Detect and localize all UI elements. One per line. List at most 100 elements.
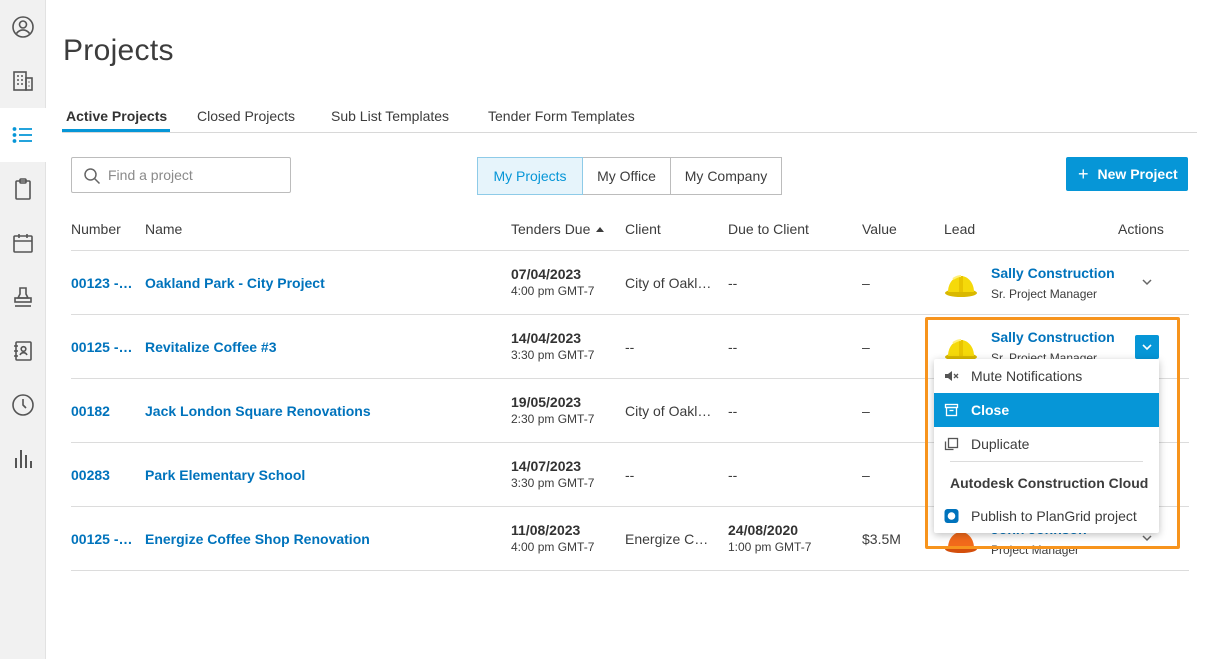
due-to-client-time: 1:00 pm GMT-7: [728, 540, 812, 554]
search-icon: [84, 168, 101, 185]
client-cell: City of Oakland: [625, 403, 713, 419]
due-to-client-cell: --: [728, 467, 738, 483]
tenders-due-date: 07/04/2023: [511, 266, 582, 282]
sidebar-item-company[interactable]: [0, 54, 46, 108]
chevron-down-icon[interactable]: [1140, 277, 1154, 287]
tenders-due-date: 11/08/2023: [511, 522, 581, 538]
new-project-button[interactable]: + New Project: [1066, 157, 1188, 191]
due-to-client-cell: 24/08/2020 1:00 pm GMT-7: [728, 522, 811, 554]
lead-role: Sr. Project Manager: [991, 287, 1098, 301]
tenders-due-time: 4:00 pm GMT-7: [511, 540, 595, 554]
actions-menu: Mute Notifications Close Duplicate Autod…: [934, 359, 1159, 533]
due-to-client-cell: --: [728, 339, 738, 355]
hardhat-avatar-icon: [945, 275, 977, 297]
tenders-due-time: 4:00 pm GMT-7: [511, 284, 595, 298]
clipboard-icon: [15, 178, 31, 200]
tenders-due: 14/07/2023 3:30 pm GMT-7: [511, 458, 594, 490]
tab-active-projects[interactable]: Active Projects: [66, 108, 167, 124]
col-name[interactable]: Name: [145, 221, 182, 237]
tenders-due-time: 3:30 pm GMT-7: [511, 348, 595, 362]
active-tab-indicator: [62, 129, 170, 132]
tenders-due: 14/04/2023 3:30 pm GMT-7: [511, 330, 594, 362]
project-name-link[interactable]: Revitalize Coffee #3: [145, 339, 277, 355]
menu-item-label: Mute Notifications: [971, 368, 1083, 384]
search-input[interactable]: [108, 158, 286, 192]
user-circle-icon: [12, 16, 34, 38]
client-cell: City of Oakland: [625, 275, 713, 291]
list-icon: [12, 127, 32, 143]
col-tenders-due-label: Tenders Due: [511, 221, 591, 237]
client-cell: --: [625, 467, 635, 483]
col-number[interactable]: Number: [71, 221, 121, 237]
plus-icon: +: [1078, 164, 1089, 184]
project-number-link[interactable]: 00125 - Coffee: [71, 339, 133, 355]
project-number-link[interactable]: 00125 - Energize: [71, 531, 133, 547]
tenders-due: 11/08/2023 4:00 pm GMT-7: [511, 522, 594, 554]
project-number-link[interactable]: 00283: [71, 467, 133, 483]
col-tenders-due[interactable]: Tenders Due: [511, 221, 605, 237]
col-actions: Actions: [1118, 221, 1164, 237]
tenders-due-date: 19/05/2023: [511, 394, 582, 410]
tab-bar: Active Projects Closed Projects Sub List…: [62, 100, 1197, 133]
project-name-link[interactable]: Energize Coffee Shop Renovation: [145, 531, 370, 547]
new-project-label: New Project: [1097, 166, 1178, 182]
menu-item-mute-notifications[interactable]: Mute Notifications: [934, 359, 1159, 393]
due-to-client-cell: --: [728, 403, 738, 419]
plangrid-icon: [944, 509, 959, 523]
project-name-link[interactable]: Park Elementary School: [145, 467, 305, 483]
col-value[interactable]: Value: [862, 221, 897, 237]
client-cell: --: [625, 339, 635, 355]
filter-my-projects[interactable]: My Projects: [477, 157, 583, 195]
chevron-down-icon: [1142, 344, 1152, 351]
tenders-due: 19/05/2023 2:30 pm GMT-7: [511, 394, 594, 426]
mute-icon: [945, 371, 959, 381]
col-client[interactable]: Client: [625, 221, 661, 237]
divider: [71, 570, 1189, 571]
tenders-due-date: 14/04/2023: [511, 330, 582, 346]
sidebar-item-profile[interactable]: [0, 0, 46, 54]
table-row: 00123 - City Project Oakland Park - City…: [0, 251, 1207, 315]
value-cell: $3.5M: [862, 531, 901, 547]
col-due-to-client[interactable]: Due to Client: [728, 221, 809, 237]
client-cell: Energize Coffee: [625, 531, 713, 547]
tenders-due-time: 2:30 pm GMT-7: [511, 412, 595, 426]
project-number-link[interactable]: 00182: [71, 403, 133, 419]
menu-item-duplicate[interactable]: Duplicate: [934, 427, 1159, 461]
menu-item-label: Duplicate: [971, 436, 1030, 452]
project-number-link[interactable]: 00123 - City Project: [71, 275, 133, 291]
filter-my-office[interactable]: My Office: [582, 157, 671, 195]
actions-dropdown-button[interactable]: [1135, 335, 1159, 359]
building-icon: [13, 71, 33, 91]
tab-tender-form-templates[interactable]: Tender Form Templates: [488, 108, 635, 124]
menu-item-publish-plangrid[interactable]: Publish to PlanGrid project: [934, 499, 1159, 533]
chevron-down-icon[interactable]: [1140, 533, 1154, 543]
value-cell: –: [862, 275, 870, 291]
lead-name-link[interactable]: Sally Construction: [991, 329, 1115, 345]
sidebar-item-projects[interactable]: [0, 108, 46, 162]
due-to-client-date: 24/08/2020: [728, 522, 799, 538]
value-cell: –: [862, 403, 870, 419]
menu-item-label: Publish to PlanGrid project: [971, 508, 1137, 524]
filter-my-company[interactable]: My Company: [670, 157, 782, 195]
col-lead[interactable]: Lead: [944, 221, 975, 237]
value-cell: –: [862, 467, 870, 483]
duplicate-icon: [944, 437, 959, 451]
tab-sub-list-templates[interactable]: Sub List Templates: [331, 108, 449, 124]
menu-item-label: Close: [971, 402, 1010, 418]
page-title: Projects: [63, 34, 174, 67]
archive-box-icon: [944, 403, 959, 417]
value-cell: –: [862, 339, 870, 355]
tab-closed-projects[interactable]: Closed Projects: [197, 108, 295, 124]
sort-ascending-icon: [596, 227, 605, 232]
menu-divider: [950, 461, 1143, 462]
project-name-link[interactable]: Jack London Square Renovations: [145, 403, 371, 419]
due-to-client-cell: --: [728, 275, 738, 291]
project-name-link[interactable]: Oakland Park - City Project: [145, 275, 325, 291]
lead-role: Project Manager: [991, 543, 1080, 557]
menu-item-close[interactable]: Close: [934, 393, 1159, 427]
sidebar-item-tasks[interactable]: [0, 162, 46, 216]
lead-name-link[interactable]: Sally Construction: [991, 265, 1115, 281]
tenders-due-date: 14/07/2023: [511, 458, 582, 474]
tenders-due: 07/04/2023 4:00 pm GMT-7: [511, 266, 594, 298]
search-box: [71, 157, 291, 193]
